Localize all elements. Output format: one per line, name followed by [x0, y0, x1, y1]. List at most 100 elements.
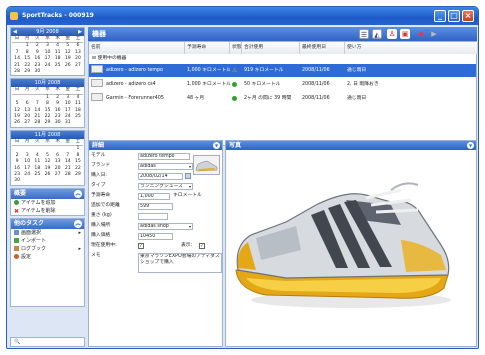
settings-link[interactable]: 設定	[11, 253, 84, 261]
calendar-day	[63, 69, 73, 75]
group-label: 使用中の機器	[97, 56, 127, 61]
equipment-life-cell: 1,000 キロメートル	[187, 82, 230, 87]
col-status[interactable]: 状態	[230, 42, 242, 54]
calendar-title: 11月 2008	[34, 131, 61, 138]
col-life[interactable]: 予測寿命	[185, 42, 230, 54]
forward-arrow-icon[interactable]: ▶	[429, 29, 439, 39]
equipment-title: 機器	[92, 30, 106, 38]
calendar-day	[73, 69, 83, 75]
delete-item-link[interactable]: ✖ アイテムを削除	[11, 207, 84, 215]
app-icon	[10, 12, 18, 20]
import-label: インポート	[21, 237, 47, 244]
dropdown-arrow-icon[interactable]: ▾	[189, 184, 191, 189]
other-tasks-header[interactable]: 他のタスク ︽	[11, 218, 84, 229]
detail-field-input[interactable]: 東京マラソンEXPO会場のアディダスショップで購入	[138, 252, 222, 273]
shoe-view-icon[interactable]: ◭	[372, 29, 382, 39]
equipment-total-cell: 50 キロメートル	[244, 82, 281, 87]
detail-field-row: メモ 東京マラソンEXPO会場のアディダスショップで購入	[91, 252, 222, 274]
next-month-icon[interactable]: ▶	[78, 28, 82, 36]
col-total[interactable]: 合計使用	[242, 42, 300, 54]
collapse-icon[interactable]: ▼	[467, 142, 474, 149]
equipment-total-cell: 919 キロメートル	[244, 68, 284, 73]
calendar-day[interactable]: 28	[32, 120, 42, 126]
prev-month-icon[interactable]: ◀	[13, 28, 17, 36]
back-arrow-icon[interactable]: ◀	[415, 29, 425, 39]
detail-field-input[interactable]: adidas ▾	[138, 162, 193, 170]
logbook-icon	[14, 245, 19, 251]
col-name[interactable]: 名前	[89, 42, 185, 54]
calendar-day	[63, 178, 73, 184]
calendar-day[interactable]: 29	[22, 69, 32, 75]
search-box[interactable]: 🔍	[10, 337, 85, 347]
add-item-link[interactable]: アイテムを追加	[11, 199, 84, 207]
detail-field-value: 10450	[140, 233, 156, 239]
calendar-day[interactable]: 28	[12, 69, 22, 75]
detail-field-label: タイプ	[91, 183, 106, 188]
app-window: SportTracks - 000919 _ □ × ◀ 9月 2008 ▶ 日月火水…	[6, 6, 479, 349]
calendar-day	[53, 69, 63, 75]
weekday-label: 月	[22, 87, 33, 95]
detail-field-input[interactable]	[138, 212, 168, 220]
detail-field-input[interactable]: 1,000	[138, 192, 170, 200]
view-icon	[14, 229, 19, 235]
detail-field-input[interactable]: 2008/02/14	[138, 172, 183, 180]
dropdown-arrow-icon[interactable]: ▾	[189, 164, 191, 169]
detail-field-input[interactable]: 10450	[138, 232, 173, 240]
calendar-day	[32, 178, 42, 184]
detail-field-row: 現在使用中: ✓ 表示: ✓	[91, 242, 221, 250]
tasks-panel-title: 概要	[14, 189, 27, 197]
col-usage[interactable]: 使い方	[345, 42, 478, 54]
dropdown-arrow-icon[interactable]: ▾	[189, 224, 191, 229]
unit-label[interactable]: キロメートル	[173, 192, 202, 200]
weekday-label: 火	[32, 87, 43, 95]
list-view-icon[interactable]: ☰	[359, 29, 369, 39]
calendar-day[interactable]: 26	[12, 120, 22, 126]
detail-field-label: 追加での距離	[91, 203, 120, 208]
delete-item-label: アイテムを削除	[21, 207, 56, 214]
calendar-day[interactable]: 30	[53, 120, 63, 126]
import-icon	[14, 237, 19, 243]
detail-field-input[interactable]: 599	[138, 202, 173, 210]
detail-field-input[interactable]: adidas shop ▾	[138, 222, 193, 230]
calendar-day[interactable]: 30	[32, 69, 42, 75]
calendar-picker-icon[interactable]	[185, 173, 191, 179]
calendar-month: ◀ 9月 2008 ▶ 日月火水木金土 1 2 3 4 5 6 7 8 9 10 11 12 13 14 15 16 1…	[10, 27, 85, 77]
maximize-button[interactable]: □	[448, 10, 460, 22]
detail-field-input[interactable]: adizero tempo	[138, 152, 190, 160]
close-button[interactable]: ×	[462, 10, 474, 22]
submenu-arrow-icon: ▸	[78, 245, 81, 252]
detail-field-input[interactable]: ランニングシューズ ▾	[138, 182, 193, 190]
collapse-icon[interactable]: ▼	[213, 142, 220, 149]
calendar-day[interactable]: 27	[22, 120, 32, 126]
table-row[interactable]: adizero - adizero tempo 1,000 キロメートル ⚠ 919 …	[89, 64, 476, 77]
import-link[interactable]: インポート	[11, 237, 84, 245]
table-row[interactable]: adizero - adizero cs4 1,000 キロメートル 50 キロメー…	[89, 78, 476, 91]
equipment-name-cell: Garmin - Forerunner405	[89, 92, 185, 105]
view-select-link[interactable]: 画面選択 ▸	[11, 229, 84, 237]
logbook-label: ログブック	[21, 245, 47, 252]
calendar-day	[53, 178, 63, 184]
minimize-button[interactable]: _	[434, 10, 446, 22]
equipment-usage-cell: 通じ雨日	[347, 96, 367, 101]
calendar-day[interactable]: 31	[63, 120, 73, 126]
table-row[interactable]: Garmin - Forerunner405 48 ヶ月 2ヶ月 の間に 39 時間…	[89, 92, 476, 105]
view-select-label: 画面選択	[21, 229, 42, 236]
group-toggle-icon[interactable]: ⊟	[89, 56, 96, 61]
calendar-day[interactable]: 30	[12, 178, 22, 184]
logbook-link[interactable]: ログブック ▸	[11, 245, 84, 253]
equipment-name-cell: adizero - adizero tempo	[89, 64, 185, 77]
col-last-used[interactable]: 最終使用日	[300, 42, 345, 54]
delete-equipment-icon[interactable]: ▣	[400, 29, 410, 39]
calendar-day[interactable]: 29	[42, 120, 52, 126]
person-icon[interactable]: ♙	[387, 29, 397, 39]
group-row[interactable]: ⊟ 使用中の機器	[89, 55, 476, 63]
photo-header: 写真 ▼	[226, 141, 476, 150]
collapse-icon[interactable]: ︽	[74, 189, 82, 198]
calendar-month: 11月 2008 日月火水木金土 1 2 3 4 5 6 7 8 9 10 11 12 13 14 15 16 17…	[10, 129, 85, 186]
detail-field-row: 重さ (kg)	[91, 212, 221, 220]
in-use-checkbox[interactable]: ✓	[138, 243, 144, 249]
add-item-label: アイテムを追加	[21, 199, 56, 206]
collapse-icon[interactable]: ︽	[74, 219, 82, 228]
show-checkbox[interactable]: ✓	[199, 243, 205, 249]
tasks-panel-header[interactable]: 概要 ︽	[11, 188, 84, 199]
